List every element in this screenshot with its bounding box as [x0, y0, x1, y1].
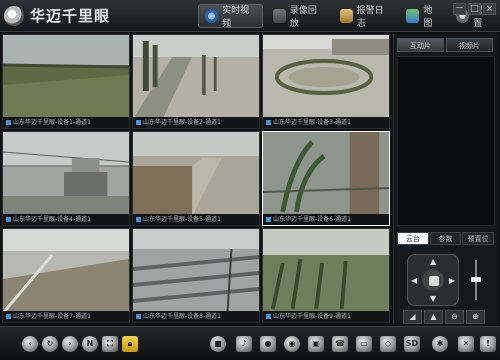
focus-near-icon[interactable]: ◢: [403, 310, 422, 324]
video-feed-roofs: [133, 229, 259, 313]
nav-alarm-log[interactable]: 报警日志: [334, 4, 397, 29]
close-button[interactable]: ×: [483, 3, 496, 15]
stop-icon[interactable]: ■: [210, 336, 226, 352]
video-tile[interactable]: 山东华迈千里眼-设备8-通道1: [132, 228, 260, 323]
tile-caption: 山东华迈千里眼-设备9-通道1: [263, 311, 389, 322]
video-feed-lane: [133, 132, 259, 216]
nav-label: 录像回放: [289, 6, 317, 29]
tile-caption: 山东华迈千里眼-设备7-通道1: [3, 311, 129, 322]
tab-ptz[interactable]: 云台: [397, 232, 429, 245]
video-tile[interactable]: 山东华迈千里眼-设备4-通道1: [2, 131, 130, 226]
record-icon[interactable]: ◉: [284, 336, 300, 352]
ptz-tabs: 云台 参数 预置位: [394, 226, 498, 248]
tile-caption: 山东华迈千里眼-设备6-通道1: [263, 214, 389, 225]
app-title: 华迈千里眼: [30, 7, 111, 25]
ptz-control: ▲ ◀ ▶ ▼ ◢ ▲ ⊖ ⊕: [397, 248, 495, 328]
alarm-icon[interactable]: !: [480, 336, 496, 352]
camera-icon: [205, 9, 219, 23]
log-icon: [339, 9, 353, 23]
zoom-out-icon[interactable]: ⊖: [445, 310, 464, 324]
tile-caption: 山东华迈千里眼-设备5-通道1: [133, 214, 259, 225]
zoom-in-icon[interactable]: ⊕: [466, 310, 485, 324]
ptz-up-button[interactable]: ▲: [430, 257, 436, 266]
tile-caption: 山东华迈千里眼-设备1-通道1: [3, 117, 129, 128]
focus-far-icon[interactable]: ▲: [424, 310, 443, 324]
video-tile[interactable]: 山东华迈千里眼-设备7-通道1: [2, 228, 130, 323]
eye-logo-icon: [4, 5, 24, 26]
video-tile[interactable]: 山东华迈千里眼-设备1-通道1: [2, 34, 130, 129]
direction-pad: ▲ ◀ ▶ ▼: [407, 254, 459, 306]
side-panel: 互动片 视频片 云台 参数 预置位 ▲ ◀ ▶ ▼ ◢ ▲ ⊖ ⊕: [393, 34, 498, 324]
tab-video[interactable]: 视频片: [446, 38, 493, 52]
mic-icon[interactable]: ●: [260, 336, 276, 352]
refresh-icon[interactable]: ↻: [42, 336, 58, 352]
next-icon[interactable]: ›: [62, 336, 78, 352]
ptz-buttons: ◢ ▲ ⊖ ⊕: [403, 310, 487, 324]
logo: 华迈千里眼: [4, 5, 110, 26]
video-feed-nursery: [263, 229, 389, 313]
bottom-toolbar: ‹ ↻ › N ⛶ 🔒︎ ■ ♪ ● ◉ ▣ ☎ ▭ ◇ SD ✱ ✕ !: [0, 326, 500, 360]
nav-map[interactable]: 地图: [400, 4, 446, 29]
sd-icon[interactable]: SD: [404, 336, 420, 352]
video-tile[interactable]: 山东华迈千里眼-设备9-通道1: [262, 228, 390, 323]
ptz-left-button[interactable]: ◀: [411, 276, 417, 285]
map-icon: [406, 9, 420, 23]
ptz-right-button[interactable]: ▶: [449, 276, 455, 285]
window-controls: － □ ×: [451, 3, 496, 15]
tab-presets[interactable]: 预置位: [462, 232, 495, 245]
side-tabs: 互动片 视频片: [394, 34, 498, 56]
nav-label: 实时视频: [222, 6, 250, 29]
normal-icon[interactable]: N: [82, 336, 98, 352]
nav-label: 报警日志: [356, 6, 384, 29]
snapshot-icon[interactable]: ▣: [308, 336, 324, 352]
nav-playback[interactable]: 录像回放: [267, 4, 330, 29]
video-tile[interactable]: 山东华迈千里眼-设备3-通道1: [262, 34, 390, 129]
video-feed-road: [133, 35, 259, 119]
volume-icon[interactable]: ♪: [236, 336, 252, 352]
video-tile[interactable]: 山东华迈千里眼-设备2-通道1: [132, 34, 260, 129]
prev-icon[interactable]: ‹: [22, 336, 38, 352]
nav-label: 地图: [423, 6, 433, 29]
video-feed-field: [3, 35, 129, 119]
tile-caption: 山东华迈千里眼-设备8-通道1: [133, 311, 259, 322]
screen-icon[interactable]: ▭: [356, 336, 372, 352]
maximize-button[interactable]: □: [468, 3, 481, 15]
video-tile[interactable]: 山东华迈千里眼-设备5-通道1: [132, 131, 260, 226]
minimize-button[interactable]: －: [453, 3, 466, 15]
lock-icon[interactable]: 🔒︎: [122, 336, 138, 352]
video-feed-plants: [263, 132, 389, 216]
fullscreen-icon[interactable]: ⛶: [102, 336, 118, 352]
tile-caption: 山东华迈千里眼-设备2-通道1: [133, 117, 259, 128]
tile-caption: 山东华迈千里眼-设备3-通道1: [263, 117, 389, 128]
slider-knob[interactable]: [471, 277, 481, 283]
device-list-area: [397, 56, 495, 226]
mic-off-icon[interactable]: ✕: [458, 336, 474, 352]
shield-icon[interactable]: ◇: [380, 336, 396, 352]
ptz-home-button[interactable]: [429, 276, 439, 286]
ptz-speed-slider[interactable]: [469, 254, 483, 306]
nav-live-video[interactable]: 实时视频: [198, 4, 263, 29]
title-bar: 华迈千里眼 实时视频 录像回放 报警日志 地图 配置 － □ ×: [0, 0, 500, 32]
video-feed-greenhouse: [3, 132, 129, 216]
ptz-down-button[interactable]: ▼: [430, 294, 436, 303]
film-icon: [272, 9, 286, 23]
tile-caption: 山东华迈千里眼-设备4-通道1: [3, 214, 129, 225]
video-tile-selected[interactable]: 山东华迈千里眼-设备6-通道1: [262, 131, 390, 226]
video-feed-yard: [263, 35, 389, 119]
talk-icon[interactable]: ☎: [332, 336, 348, 352]
tab-params[interactable]: 参数: [429, 232, 462, 245]
tab-interactive[interactable]: 互动片: [397, 38, 444, 52]
light-icon[interactable]: ✱: [432, 336, 448, 352]
video-feed-slope: [3, 229, 129, 313]
video-grid: 山东华迈千里眼-设备1-通道1 山东华迈千里眼-设备2-通道1 山东华迈千里眼-…: [2, 34, 391, 324]
